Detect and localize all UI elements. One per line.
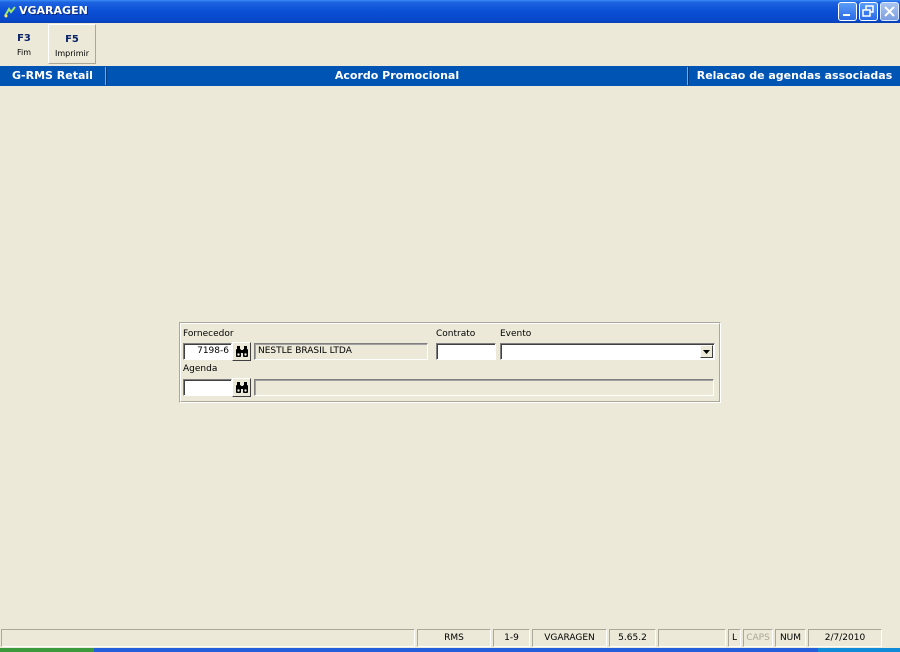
status-system: RMS	[417, 629, 491, 647]
page-title: Acordo Promocional	[334, 69, 460, 82]
status-message	[1, 629, 415, 647]
restore-icon	[862, 5, 874, 17]
minimize-icon	[843, 14, 850, 16]
window-title: VGARAGEN	[19, 4, 88, 17]
binoculars-icon	[236, 346, 248, 357]
status-l-indicator: L	[728, 629, 741, 647]
status-blank	[658, 629, 726, 647]
header-band: G-RMS Retail Acordo Promocional Relacao …	[0, 66, 900, 86]
evento-dropdown-button[interactable]	[700, 345, 713, 358]
status-num-indicator: NUM	[775, 629, 806, 647]
agenda-description-field	[254, 379, 714, 396]
chevron-down-icon	[703, 350, 710, 354]
agenda-label: Agenda	[183, 364, 218, 374]
status-bar: RMS 1-9 VGARAGEN 5.65.2 L CAPS NUM 2/7/2…	[0, 627, 900, 648]
screen-subtitle: Relacao de agendas associadas	[696, 69, 893, 82]
fim-label: Fim	[16, 48, 32, 57]
status-caps-indicator: CAPS	[743, 629, 773, 647]
start-button-edge[interactable]	[0, 648, 94, 652]
close-icon	[884, 6, 895, 17]
restore-button[interactable]	[859, 2, 878, 21]
fornecedor-lookup-button[interactable]	[232, 342, 251, 361]
contrato-input[interactable]	[436, 343, 496, 360]
app-icon	[4, 5, 17, 18]
status-date: 2/7/2010	[808, 629, 882, 647]
fornecedor-code-input[interactable]: 7198-6	[183, 343, 232, 360]
minimize-button[interactable]	[838, 2, 857, 21]
fornecedor-label: Fornecedor	[183, 329, 234, 339]
evento-select[interactable]	[500, 343, 715, 360]
binoculars-icon	[236, 382, 248, 393]
taskbar-edge	[0, 648, 900, 652]
status-program: VGARAGEN	[532, 629, 607, 647]
f5-key: F5	[65, 34, 79, 45]
imprimir-button[interactable]: F5 Imprimir	[48, 24, 96, 64]
imprimir-label: Imprimir	[54, 49, 90, 58]
system-tray-edge	[818, 648, 900, 652]
contrato-label: Contrato	[436, 329, 476, 339]
header-app-name: G-RMS Retail	[12, 69, 93, 82]
status-version: 5.65.2	[609, 629, 656, 647]
title-bar: VGARAGEN	[0, 0, 900, 23]
agenda-code-input[interactable]	[183, 379, 232, 396]
fim-button[interactable]: F3 Fim	[4, 24, 44, 64]
toolbar: F3 Fim F5 Imprimir	[0, 23, 900, 65]
status-range: 1-9	[493, 629, 530, 647]
agenda-lookup-button[interactable]	[232, 378, 251, 397]
fornecedor-name-field: NESTLE BRASIL LTDA	[254, 343, 428, 360]
filter-panel: Fornecedor 7198-6 NESTLE BRASIL LTDA Con…	[179, 322, 721, 403]
evento-label: Evento	[500, 329, 532, 339]
close-button[interactable]	[880, 2, 899, 21]
f3-key: F3	[17, 33, 31, 44]
